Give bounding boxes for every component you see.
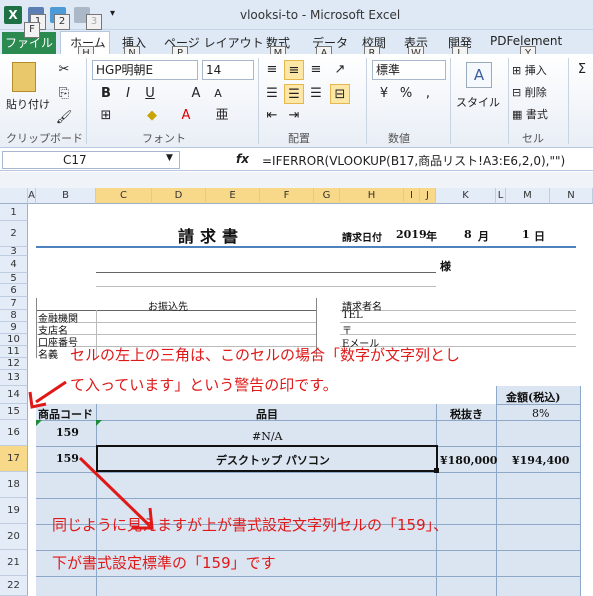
- annotation-arrows: [28, 380, 154, 530]
- annotation-bottom-line1: 同じように見えますが上が書式設定文字列セルの「159」、: [52, 516, 449, 534]
- annotation-bottom-line2: 下が書式設定標準の「159」です: [52, 554, 276, 572]
- arrow-to-b16-line: [35, 380, 67, 404]
- annotation-top-line2: て入っています」という警告の印です。: [70, 376, 338, 394]
- annotation-top-line1: セルの左上の三角は、このセルの場合「数字が文字列とし: [70, 346, 461, 364]
